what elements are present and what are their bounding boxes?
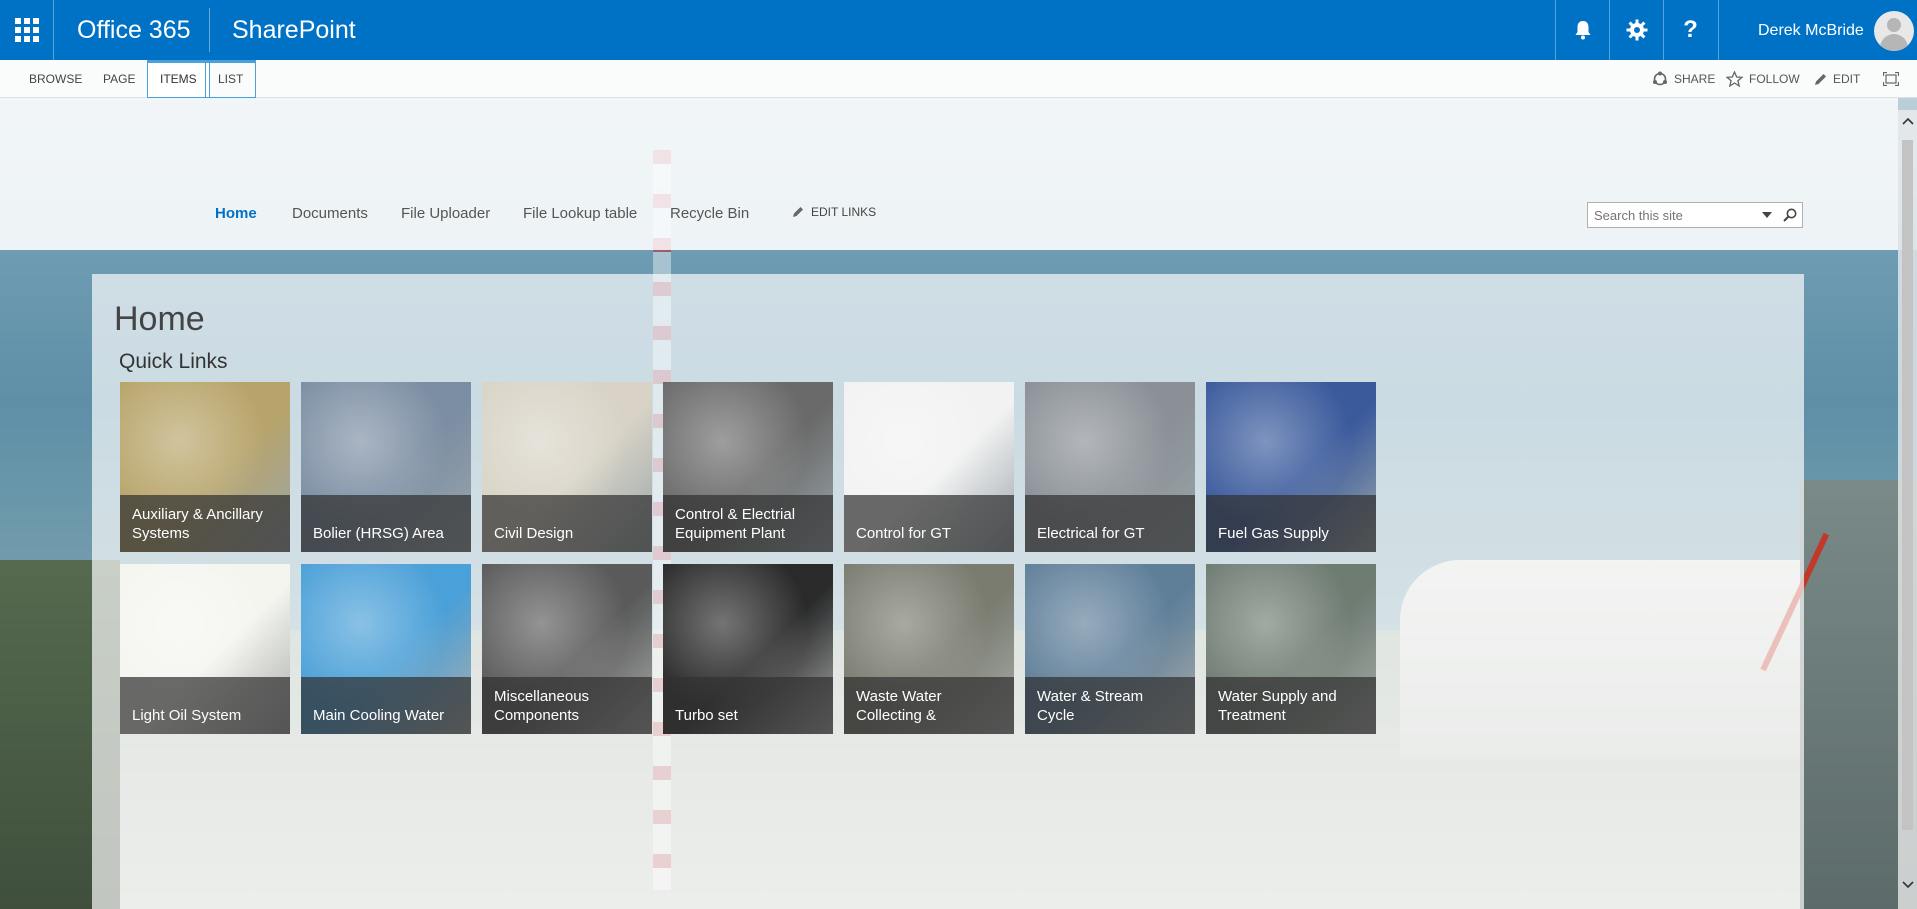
tile-label: Water Supply and Treatment [1206,677,1376,734]
tab-list[interactable]: LIST [205,60,257,98]
nav-item-file-uploader[interactable]: File Uploader [401,205,490,222]
share-icon [1653,71,1667,86]
scrollbar-thumb[interactable] [1902,140,1913,830]
nav-item-documents[interactable]: Documents [292,205,368,222]
tile-label: Fuel Gas Supply [1206,495,1376,552]
scroll-down-arrow[interactable] [1901,878,1915,892]
tile-label: Light Oil System [120,677,290,734]
edit-label: EDIT [1833,72,1861,86]
user-menu[interactable]: Derek McBride [1718,0,1917,60]
tile-label: Waste Water Collecting & [844,677,1014,734]
app-launcher-icon[interactable] [0,0,54,60]
quick-link-tile[interactable]: Control & Electrial Equipment Plant [663,382,833,552]
search-icon [1783,208,1797,222]
focus-icon [1883,72,1899,86]
follow-label: FOLLOW [1749,72,1800,86]
tab-browse[interactable]: BROWSE [17,60,94,98]
search-scope-dropdown[interactable] [1758,206,1776,224]
nav-item-file-lookup-table[interactable]: File Lookup table [523,205,637,222]
notifications-button[interactable] [1555,0,1609,60]
quick-link-tile[interactable]: Control for GT [844,382,1014,552]
settings-button[interactable] [1609,0,1663,60]
scroll-up-arrow[interactable] [1901,114,1915,128]
edit-button[interactable]: EDIT [1814,60,1860,98]
quick-link-tile[interactable]: Waste Water Collecting & [844,564,1014,734]
tile-label: Control for GT [844,495,1014,552]
tile-label: Electrical for GT [1025,495,1195,552]
quick-link-tile[interactable]: Water Supply and Treatment [1206,564,1376,734]
brand-divider [209,8,210,52]
tab-page[interactable]: PAGE [91,60,147,98]
search-input[interactable] [1588,203,1748,227]
share-label: SHARE [1674,72,1716,86]
office365-brand[interactable]: Office 365 [77,16,191,45]
quick-link-tile[interactable]: Turbo set [663,564,833,734]
focus-content-button[interactable] [1883,60,1899,98]
tile-label: Civil Design [482,495,652,552]
quick-link-tile[interactable]: Miscellaneous Components [482,564,652,734]
quick-link-tile[interactable]: Main Cooling Water [301,564,471,734]
tile-label: Miscellaneous Components [482,677,652,734]
tile-label: Main Cooling Water [301,677,471,734]
chevron-down-icon [1902,881,1914,889]
quick-link-tile[interactable]: Light Oil System [120,564,290,734]
star-icon [1726,71,1743,87]
chevron-up-icon [1902,117,1914,125]
quick-link-tile[interactable]: Fuel Gas Supply [1206,382,1376,552]
tile-label: Control & Electrial Equipment Plant [663,495,833,552]
gear-icon [1626,19,1647,41]
quick-link-tile[interactable]: Bolier (HRSG) Area [301,382,471,552]
tab-items[interactable]: ITEMS [147,60,210,98]
ribbon-bar: BROWSE PAGE ITEMS LIST SHARE FOLLOW EDIT [0,60,1917,98]
help-icon: ? [1683,16,1698,43]
search-box [1587,202,1803,228]
bell-icon [1575,21,1590,40]
avatar [1874,11,1914,51]
nav-item-home[interactable]: Home [215,205,257,222]
edit-links-label: EDIT LINKS [811,205,877,219]
suite-bar: Office 365 SharePoint ? Derek McBride [0,0,1917,60]
pencil-icon [793,207,803,217]
follow-button[interactable]: FOLLOW [1726,60,1800,98]
pencil-icon [1815,73,1826,85]
share-button[interactable]: SHARE [1652,60,1715,98]
search-button[interactable] [1780,206,1800,224]
tile-label: Turbo set [663,677,833,734]
page-title: Home [114,300,205,338]
tile-label: Bolier (HRSG) Area [301,495,471,552]
user-name: Derek McBride [1758,22,1864,39]
sharepoint-brand[interactable]: SharePoint [232,16,356,45]
page-scrollbar[interactable] [1898,110,1917,909]
quick-link-tile[interactable]: Auxiliary & Ancillary Systems [120,382,290,552]
nav-item-recycle-bin[interactable]: Recycle Bin [670,205,749,222]
help-button[interactable]: ? [1663,0,1717,60]
quick-link-tile[interactable]: Civil Design [482,382,652,552]
quick-link-tile[interactable]: Electrical for GT [1025,382,1195,552]
quick-links-title: Quick Links [119,350,228,373]
tile-label: Water & Stream Cycle [1025,677,1195,734]
tile-label: Auxiliary & Ancillary Systems [120,495,290,552]
quick-link-tile[interactable]: Water & Stream Cycle [1025,564,1195,734]
chevron-down-icon [1762,212,1772,218]
edit-links-button[interactable]: EDIT LINKS [792,205,876,219]
